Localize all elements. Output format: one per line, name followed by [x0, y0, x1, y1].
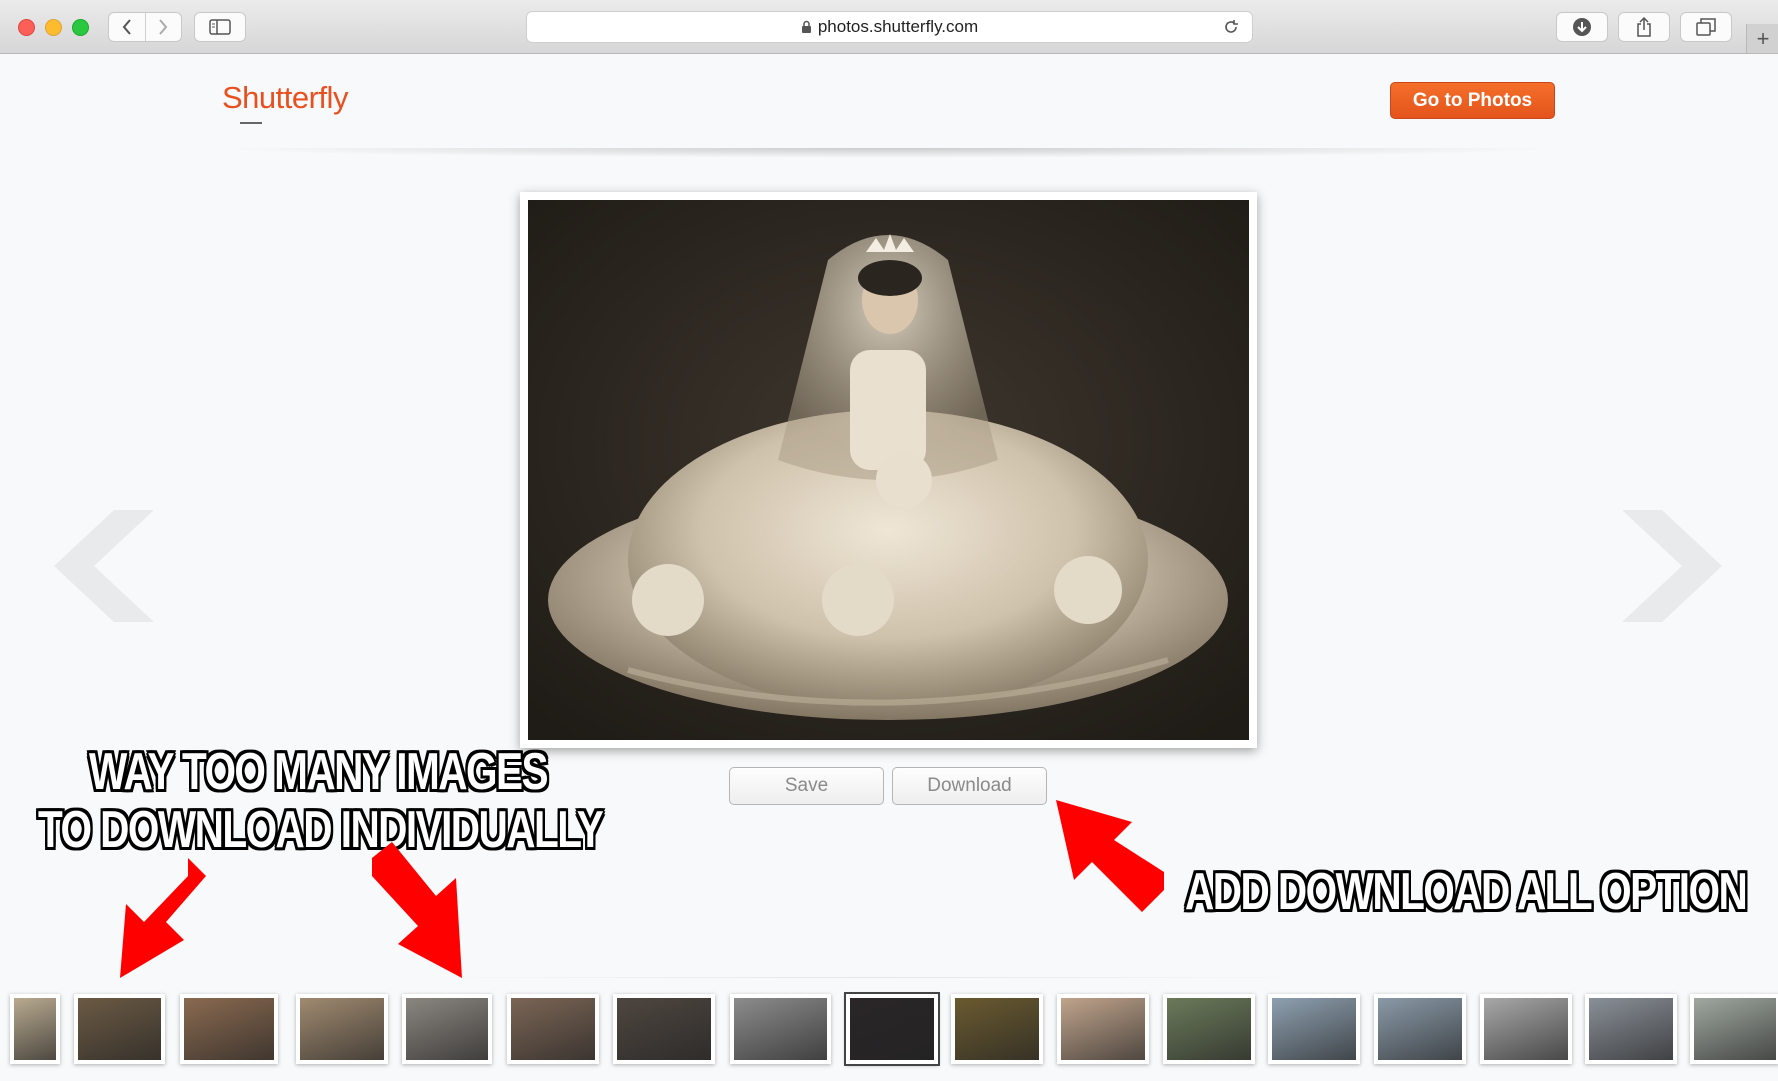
tabs-icon — [1696, 18, 1716, 36]
thumbnail-image — [1061, 998, 1145, 1060]
photo-thumbnail[interactable] — [1374, 994, 1466, 1064]
share-button[interactable] — [1618, 12, 1670, 42]
photo-thumbnail[interactable] — [180, 994, 278, 1064]
thumbnail-image — [300, 998, 384, 1060]
photo-thumbnail[interactable] — [402, 994, 492, 1064]
photo-thumbnail[interactable] — [507, 994, 599, 1064]
thumbnail-image — [1378, 998, 1462, 1060]
thumbnail-image — [511, 998, 595, 1060]
browser-toolbar: photos.shutterfly.com + — [0, 0, 1778, 54]
address-bar[interactable]: photos.shutterfly.com — [526, 11, 1253, 43]
previous-photo-arrow-icon[interactable] — [54, 510, 154, 622]
annotation-text-download-all: ADD DOWNLOAD ALL OPTION — [1185, 863, 1748, 921]
photo-thumbnail[interactable] — [1163, 994, 1255, 1064]
close-window-button[interactable] — [18, 19, 35, 36]
thumbnail-image — [406, 998, 488, 1060]
sidebar-toggle-button[interactable] — [194, 12, 246, 42]
downloads-button[interactable] — [1556, 12, 1608, 42]
save-button[interactable]: Save — [729, 767, 884, 805]
photo-thumbnail[interactable] — [730, 994, 831, 1064]
photo-thumbnail[interactable] — [613, 994, 715, 1064]
thumbnail-image — [734, 998, 827, 1060]
forward-button[interactable] — [144, 13, 182, 41]
photo-thumbnail[interactable] — [1585, 994, 1677, 1064]
reload-icon — [1225, 20, 1238, 33]
thumbnail-image — [1484, 998, 1568, 1060]
tab-overview-button[interactable] — [1680, 12, 1732, 42]
annotation-text-too-many: WAY TOO MANY IMAGES — [89, 743, 548, 801]
share-icon — [1637, 16, 1651, 37]
photo-thumbnail[interactable] — [74, 994, 165, 1064]
back-button[interactable] — [109, 13, 145, 41]
bride-photo — [528, 200, 1249, 740]
photo-thumbnail[interactable] — [1268, 994, 1360, 1064]
main-photo-frame — [520, 192, 1257, 748]
thumbnail-image — [1694, 998, 1776, 1060]
thumbnail-image — [1167, 998, 1251, 1060]
plus-icon: + — [1756, 25, 1770, 51]
thumbnail-image — [850, 998, 934, 1060]
download-icon — [1573, 18, 1591, 36]
url-text: photos.shutterfly.com — [817, 17, 979, 36]
shutterfly-logo[interactable]: Shutterfly — [222, 80, 348, 116]
thumbnail-image — [184, 998, 274, 1060]
download-button[interactable]: Download — [892, 767, 1047, 805]
thumbnail-image — [617, 998, 711, 1060]
logo-underline — [240, 122, 262, 124]
lock-icon — [801, 20, 812, 34]
reload-button[interactable] — [1222, 18, 1240, 41]
minimize-window-button[interactable] — [45, 19, 62, 36]
next-photo-arrow-icon[interactable] — [1622, 510, 1722, 622]
photo-thumbnail[interactable] — [1690, 994, 1778, 1064]
photo-thumbnail[interactable] — [846, 994, 938, 1064]
thumbnail-image — [14, 998, 56, 1060]
header-shadow — [210, 148, 1565, 158]
navigation-buttons — [108, 12, 182, 42]
forward-icon — [159, 19, 168, 35]
site-header: Shutterfly Go to Photos — [190, 54, 1585, 150]
go-to-photos-button[interactable]: Go to Photos — [1390, 82, 1555, 119]
thumbnail-image — [78, 998, 161, 1060]
photo-thumbnail[interactable] — [10, 994, 60, 1064]
thumbnail-image — [955, 998, 1039, 1060]
thumbnail-image — [1589, 998, 1673, 1060]
filmstrip-divider — [420, 977, 1320, 978]
new-tab-button[interactable]: + — [1746, 24, 1778, 53]
fullscreen-window-button[interactable] — [72, 19, 89, 36]
photo-thumbnail[interactable] — [1480, 994, 1572, 1064]
back-icon — [122, 19, 131, 35]
photo-thumbnail[interactable] — [296, 994, 388, 1064]
sidebar-icon — [209, 19, 231, 35]
photo-thumbnail[interactable] — [951, 994, 1043, 1064]
annotation-text-individually: TO DOWNLOAD INDIVIDUALLY — [38, 801, 604, 859]
thumbnail-image — [1272, 998, 1356, 1060]
photo-thumbnail[interactable] — [1057, 994, 1149, 1064]
